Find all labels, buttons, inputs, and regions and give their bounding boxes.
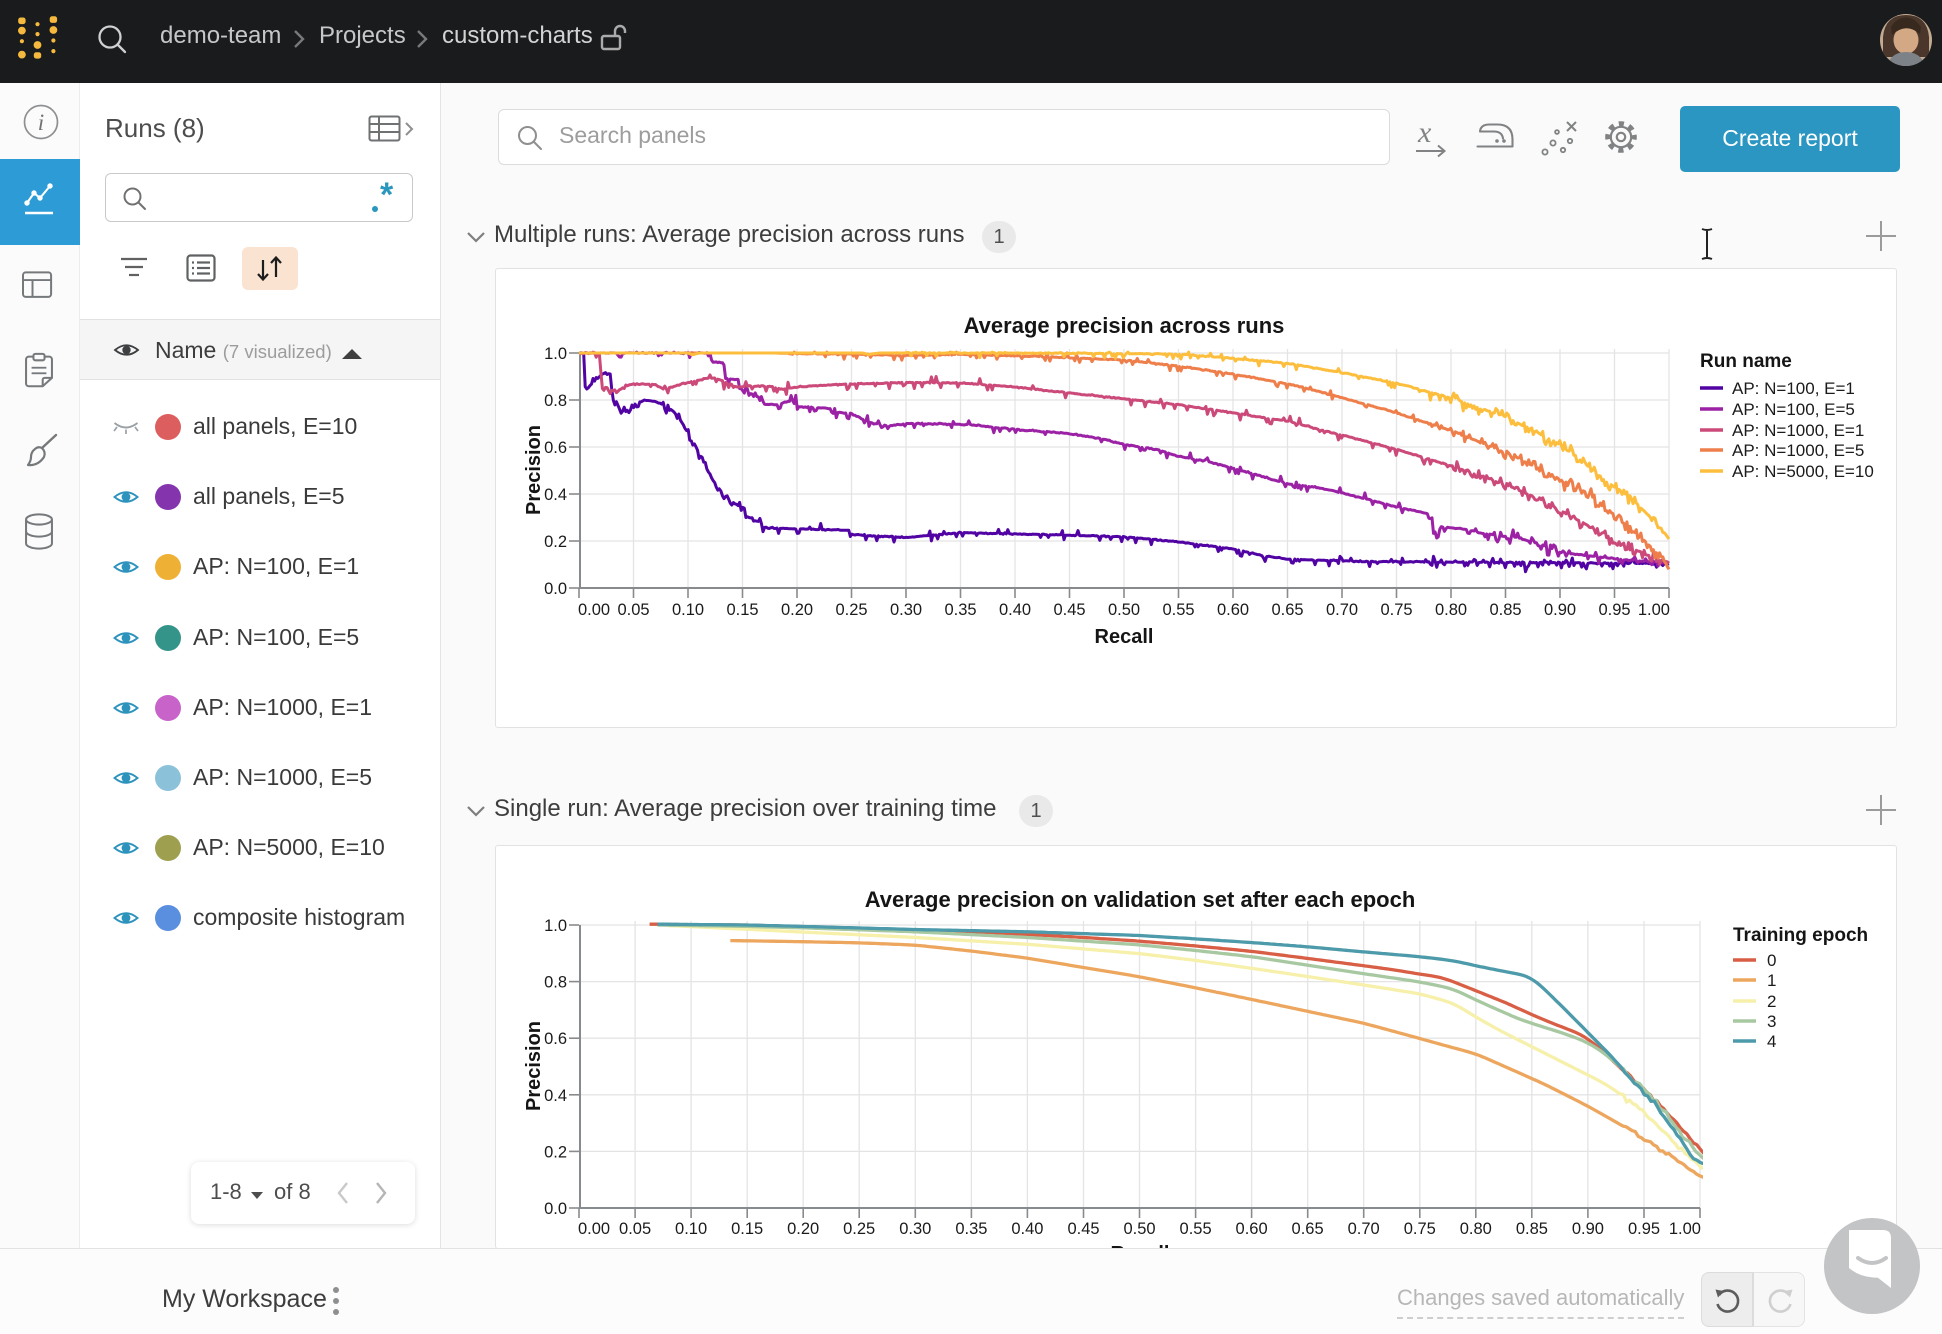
svg-text:0.60: 0.60 xyxy=(1217,601,1249,619)
svg-text:0.30: 0.30 xyxy=(890,601,922,619)
svg-text:0.75: 0.75 xyxy=(1404,1220,1436,1238)
svg-text:0.50: 0.50 xyxy=(1108,601,1140,619)
svg-text:0.2: 0.2 xyxy=(544,1143,567,1161)
svg-text:0.60: 0.60 xyxy=(1236,1220,1268,1238)
svg-text:0.65: 0.65 xyxy=(1292,1220,1324,1238)
svg-text:0.6: 0.6 xyxy=(544,1030,567,1048)
svg-text:2: 2 xyxy=(1767,992,1776,1011)
svg-text:0.10: 0.10 xyxy=(675,1220,707,1238)
svg-text:0.40: 0.40 xyxy=(999,601,1031,619)
svg-text:1.00: 1.00 xyxy=(1669,1220,1701,1238)
svg-text:AP: N=100, E=1: AP: N=100, E=1 xyxy=(1732,379,1855,398)
svg-text:AP: N=1000, E=1: AP: N=1000, E=1 xyxy=(1732,421,1864,440)
svg-text:0.0: 0.0 xyxy=(544,1200,567,1218)
svg-text:Average precision across runs: Average precision across runs xyxy=(964,313,1285,338)
svg-text:AP: N=1000, E=5: AP: N=1000, E=5 xyxy=(1732,441,1864,460)
svg-text:Precision: Precision xyxy=(523,1021,545,1111)
svg-text:0.45: 0.45 xyxy=(1067,1220,1099,1238)
svg-text:Precision: Precision xyxy=(523,425,545,515)
svg-text:0.95: 0.95 xyxy=(1628,1220,1660,1238)
svg-text:0.50: 0.50 xyxy=(1123,1220,1155,1238)
svg-text:0.70: 0.70 xyxy=(1326,601,1358,619)
svg-text:0.70: 0.70 xyxy=(1348,1220,1380,1238)
svg-text:0.25: 0.25 xyxy=(835,601,867,619)
svg-text:*: * xyxy=(380,182,394,214)
svg-text:0.55: 0.55 xyxy=(1180,1220,1212,1238)
svg-text:Recall: Recall xyxy=(1095,626,1154,648)
svg-text:0.00: 0.00 xyxy=(578,1220,610,1238)
svg-text:Training epoch: Training epoch xyxy=(1733,925,1868,946)
svg-text:0.75: 0.75 xyxy=(1380,601,1412,619)
svg-text:0.00: 0.00 xyxy=(578,601,610,619)
svg-text:0.40: 0.40 xyxy=(1011,1220,1043,1238)
svg-text:3: 3 xyxy=(1767,1012,1776,1031)
svg-text:AP: N=5000, E=10: AP: N=5000, E=10 xyxy=(1732,462,1874,481)
svg-text:Run name: Run name xyxy=(1700,351,1792,372)
svg-text:Average precision on validatio: Average precision on validation set afte… xyxy=(865,887,1416,912)
svg-text:1.0: 1.0 xyxy=(544,917,567,935)
svg-text:0.2: 0.2 xyxy=(544,533,567,551)
svg-text:i: i xyxy=(38,110,44,135)
svg-text:0.8: 0.8 xyxy=(544,974,567,992)
svg-text:0.15: 0.15 xyxy=(731,1220,763,1238)
svg-text:0.90: 0.90 xyxy=(1572,1220,1604,1238)
svg-text:0.65: 0.65 xyxy=(1271,601,1303,619)
svg-text:0.85: 0.85 xyxy=(1516,1220,1548,1238)
svg-text:0.80: 0.80 xyxy=(1435,601,1467,619)
svg-text:0.05: 0.05 xyxy=(617,601,649,619)
svg-text:AP: N=100, E=5: AP: N=100, E=5 xyxy=(1732,400,1855,419)
svg-text:0.20: 0.20 xyxy=(781,601,813,619)
svg-text:0.35: 0.35 xyxy=(944,601,976,619)
svg-text:0.95: 0.95 xyxy=(1598,601,1630,619)
svg-text:4: 4 xyxy=(1767,1032,1776,1051)
svg-text:x: x xyxy=(1417,116,1432,149)
svg-text:0.15: 0.15 xyxy=(726,601,758,619)
svg-text:1.00: 1.00 xyxy=(1638,601,1670,619)
svg-text:0.35: 0.35 xyxy=(955,1220,987,1238)
svg-text:0.4: 0.4 xyxy=(544,1087,567,1105)
svg-text:1: 1 xyxy=(1767,971,1776,990)
svg-text:1.0: 1.0 xyxy=(544,345,567,363)
svg-text:0.20: 0.20 xyxy=(787,1220,819,1238)
svg-text:0.4: 0.4 xyxy=(544,486,567,504)
svg-text:0.45: 0.45 xyxy=(1053,601,1085,619)
svg-text:0.25: 0.25 xyxy=(843,1220,875,1238)
svg-text:0.10: 0.10 xyxy=(672,601,704,619)
svg-text:0.85: 0.85 xyxy=(1489,601,1521,619)
svg-text:0.8: 0.8 xyxy=(544,392,567,410)
svg-text:0.0: 0.0 xyxy=(544,580,567,598)
svg-text:0: 0 xyxy=(1767,951,1776,970)
svg-text:0.30: 0.30 xyxy=(899,1220,931,1238)
svg-text:0.6: 0.6 xyxy=(544,439,567,457)
svg-text:0.55: 0.55 xyxy=(1162,601,1194,619)
svg-text:0.80: 0.80 xyxy=(1460,1220,1492,1238)
svg-text:0.90: 0.90 xyxy=(1544,601,1576,619)
svg-text:0.05: 0.05 xyxy=(619,1220,651,1238)
